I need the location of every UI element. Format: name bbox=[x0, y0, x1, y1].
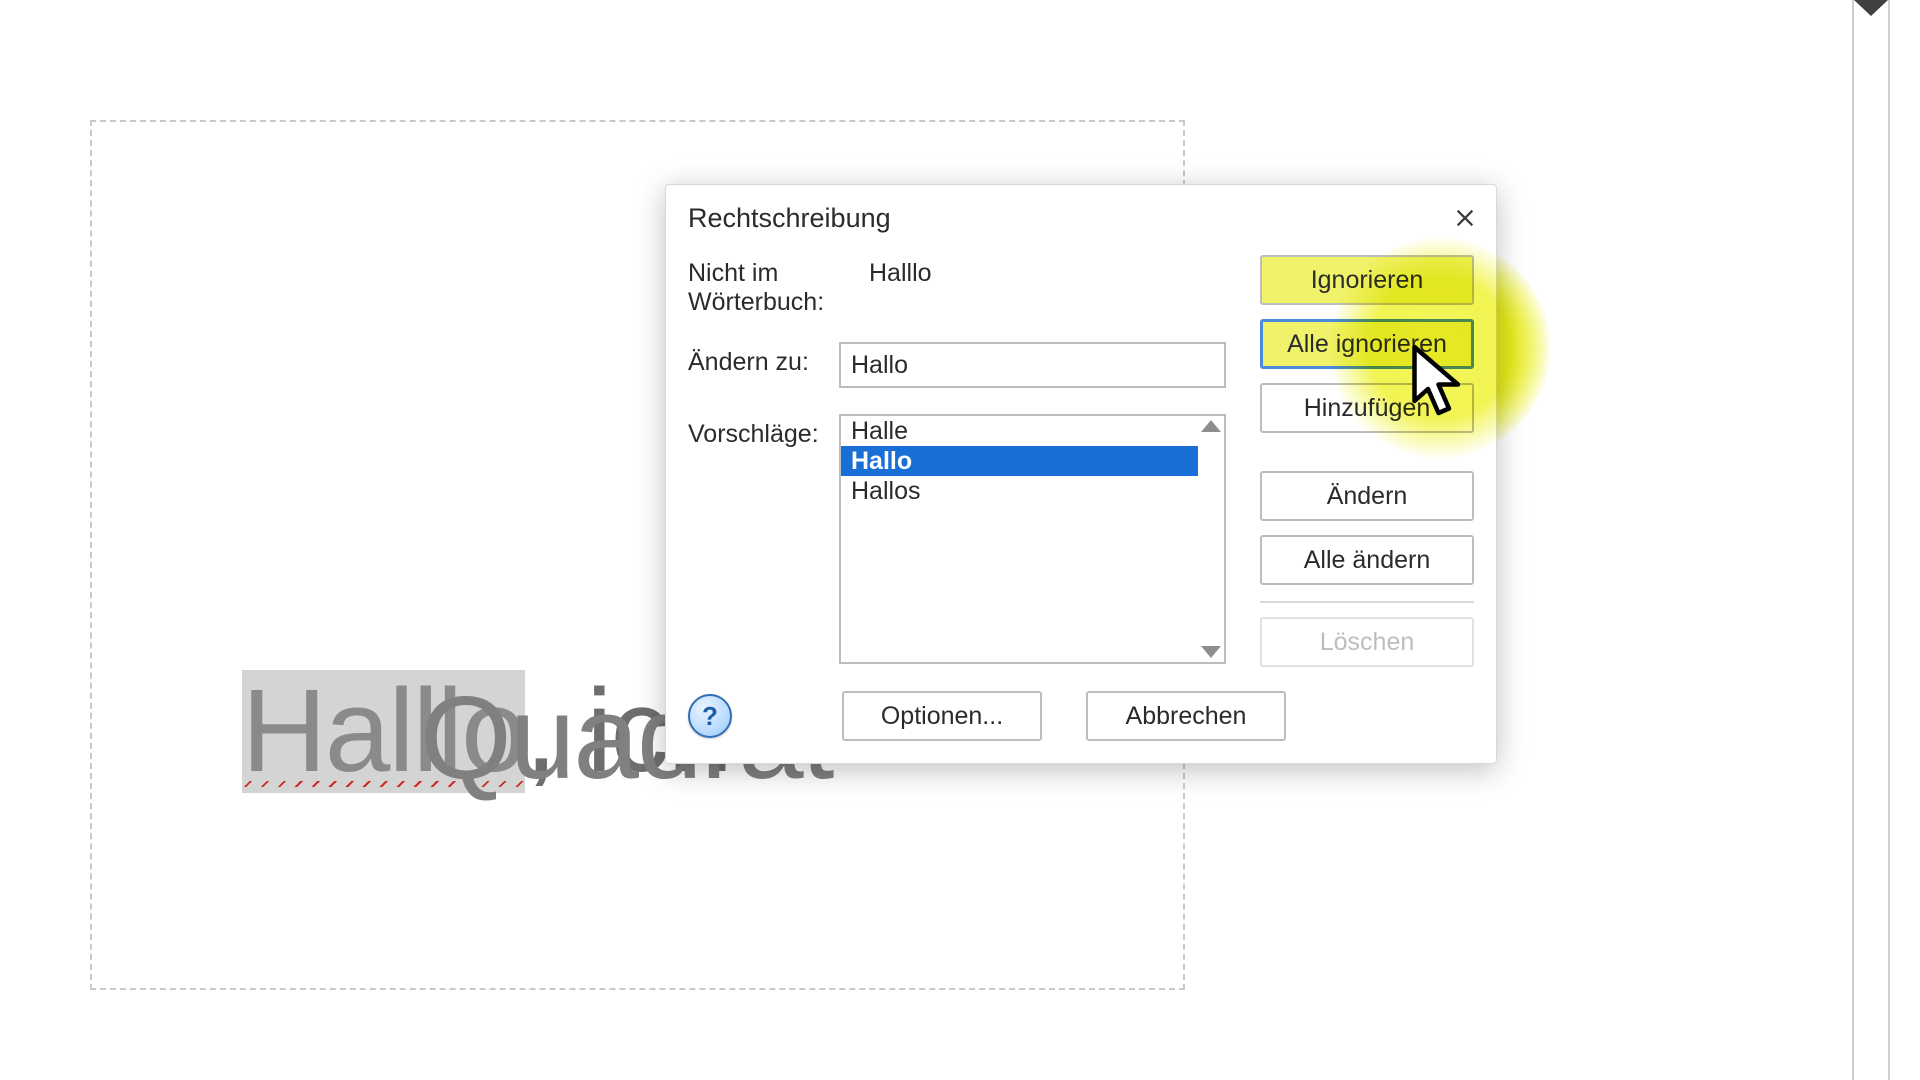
listbox-scrollbar[interactable] bbox=[1198, 416, 1224, 662]
ignore-button[interactable]: Ignorieren bbox=[1260, 255, 1474, 305]
spellcheck-dialog: Rechtschreibung Nicht im Wörterbuch: Hal… bbox=[665, 184, 1497, 764]
list-item[interactable]: Hallos bbox=[841, 476, 1198, 506]
change-to-label: Ändern zu: bbox=[688, 342, 833, 377]
dialog-title: Rechtschreibung bbox=[688, 203, 891, 234]
add-button[interactable]: Hinzufügen bbox=[1260, 383, 1474, 433]
ignore-all-button[interactable]: Alle ignorieren bbox=[1260, 319, 1474, 369]
scroll-down-icon[interactable] bbox=[1201, 646, 1221, 658]
cancel-button[interactable]: Abbrechen bbox=[1086, 691, 1286, 741]
close-button[interactable] bbox=[1448, 201, 1482, 235]
delete-button: Löschen bbox=[1260, 617, 1474, 667]
not-in-dict-value: Halllo bbox=[839, 253, 1226, 288]
options-button[interactable]: Optionen... bbox=[842, 691, 1042, 741]
change-all-button[interactable]: Alle ändern bbox=[1260, 535, 1474, 585]
vertical-ruler bbox=[1852, 0, 1890, 1080]
help-button[interactable]: ? bbox=[688, 694, 732, 738]
suggestions-label: Vorschläge: bbox=[688, 414, 833, 449]
close-icon bbox=[1454, 207, 1476, 229]
dialog-titlebar: Rechtschreibung bbox=[666, 185, 1496, 245]
help-icon: ? bbox=[702, 701, 718, 732]
suggestions-listbox[interactable]: HalleHalloHallos bbox=[839, 414, 1226, 664]
button-divider bbox=[1260, 601, 1474, 603]
change-to-input[interactable] bbox=[839, 342, 1226, 388]
list-item[interactable]: Hallo bbox=[841, 446, 1198, 476]
not-in-dict-label: Nicht im Wörterbuch: bbox=[688, 253, 833, 317]
scroll-up-icon[interactable] bbox=[1201, 420, 1221, 432]
list-item[interactable]: Halle bbox=[841, 416, 1198, 446]
change-button[interactable]: Ändern bbox=[1260, 471, 1474, 521]
